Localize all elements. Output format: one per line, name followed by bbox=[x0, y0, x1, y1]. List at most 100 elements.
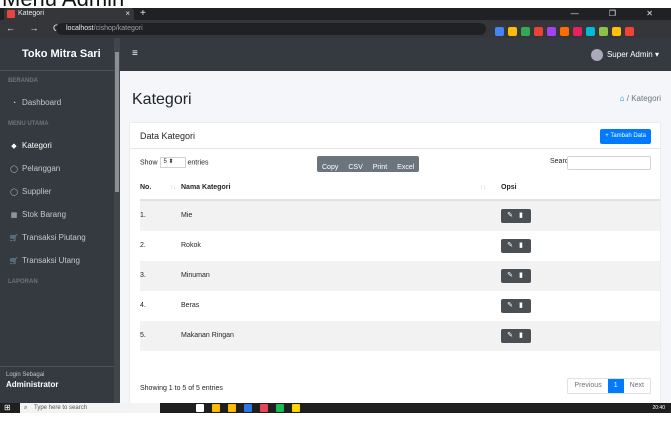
edit-delete-buttons[interactable]: ✎ ▮ bbox=[501, 269, 531, 283]
browser-tab[interactable]: Kategori × bbox=[4, 8, 134, 20]
excel-button[interactable]: Excel bbox=[392, 160, 419, 176]
sidebar-item-label: Supplier bbox=[22, 187, 52, 196]
sidebar-item-transaksi-utang[interactable]: 🛒 Transaksi Utang bbox=[0, 249, 120, 272]
new-tab-button[interactable]: + bbox=[140, 8, 146, 20]
table-row: 4. Beras ✎ ▮ bbox=[140, 291, 660, 321]
browser-tabstrip: Kategori × + — ❐ ✕ bbox=[0, 8, 671, 20]
table-header: No. ↑↓ Nama Kategori ↑↓ Opsi bbox=[140, 175, 660, 201]
edit-delete-buttons[interactable]: ✎ ▮ bbox=[501, 329, 531, 343]
windows-start-icon[interactable]: ⊞ bbox=[4, 404, 11, 412]
col-no[interactable]: No. bbox=[140, 175, 151, 201]
taskbar-app-icon[interactable] bbox=[292, 404, 300, 412]
sidebar-item-pelanggan[interactable]: ◯ Pelanggan bbox=[0, 157, 120, 180]
extension-icon[interactable] bbox=[599, 27, 608, 37]
extension-icon[interactable] bbox=[612, 27, 621, 37]
user-name: Super Admin ▾ bbox=[606, 50, 659, 60]
sidebar: Toko Mitra Sari BERANDA ◔ Dashboard MENU … bbox=[0, 38, 120, 403]
kategori-table: No. ↑↓ Nama Kategori ↑↓ Opsi 1. Mie ✎ ▮ … bbox=[140, 175, 660, 351]
search-input[interactable] bbox=[567, 156, 651, 170]
edit-delete-buttons[interactable]: ✎ ▮ bbox=[501, 299, 531, 313]
login-label: Login Sebagai bbox=[6, 372, 45, 378]
sidebar-item-label: Dashboard bbox=[22, 98, 62, 107]
taskbar-app-icon[interactable] bbox=[260, 404, 268, 412]
prev-button[interactable]: Previous bbox=[568, 379, 607, 393]
user-circle-icon: ◯ bbox=[10, 166, 18, 173]
page-length-select[interactable]: 5 ⬍ bbox=[159, 157, 186, 168]
tag-icon: ◆ bbox=[11, 143, 17, 150]
home-icon[interactable]: ⌂ bbox=[620, 94, 625, 103]
add-data-button[interactable]: + Tambah Data bbox=[600, 129, 651, 144]
tab-close-icon[interactable]: × bbox=[125, 8, 130, 20]
copy-button[interactable]: Copy bbox=[317, 160, 343, 176]
breadcrumb: ⌂ / Kategori bbox=[620, 94, 661, 103]
search-placeholder: Type here to search bbox=[34, 405, 88, 411]
menu-header-beranda: BERANDA bbox=[8, 78, 38, 84]
tray-clock[interactable]: 20:40 bbox=[652, 403, 665, 413]
edit-delete-buttons[interactable]: ✎ ▮ bbox=[501, 239, 531, 253]
extension-icon[interactable] bbox=[573, 27, 582, 37]
extension-icon[interactable] bbox=[547, 27, 556, 37]
cell-no: 1. bbox=[140, 212, 146, 219]
url-host: localhost bbox=[66, 25, 94, 32]
cell-nama: Mie bbox=[181, 212, 193, 219]
dashboard-icon: ◔ bbox=[11, 100, 17, 107]
sidebar-item-supplier[interactable]: ◯ Supplier bbox=[0, 180, 120, 203]
export-buttons: Copy CSV Print Excel bbox=[317, 156, 420, 172]
table-controls: Show 5 ⬍ entries Copy CSV Print Excel Search: bbox=[130, 149, 660, 172]
sidebar-item-stok-barang[interactable]: ▦ Stok Barang bbox=[0, 203, 120, 226]
scrollbar-thumb[interactable] bbox=[115, 52, 119, 192]
extension-icon[interactable] bbox=[625, 27, 634, 37]
table-row: 1. Mie ✎ ▮ bbox=[140, 201, 660, 231]
taskbar-search[interactable]: ⌕ Type here to search bbox=[20, 403, 160, 413]
brand-logo[interactable]: Toko Mitra Sari bbox=[0, 38, 120, 71]
show-label: Show bbox=[140, 159, 158, 167]
edit-delete-buttons[interactable]: ✎ ▮ bbox=[501, 209, 531, 223]
boxes-icon: ▦ bbox=[10, 212, 18, 219]
cell-no: 4. bbox=[140, 302, 146, 309]
page-top-text: Menu Admin bbox=[0, 0, 671, 8]
sidebar-item-label: Stok Barang bbox=[22, 210, 67, 219]
breadcrumb-current: / Kategori bbox=[626, 94, 661, 103]
extension-icon[interactable] bbox=[586, 27, 595, 37]
extension-icon[interactable] bbox=[534, 27, 543, 37]
cell-no: 2. bbox=[140, 242, 146, 249]
menu-header-laporan: LAPORAN bbox=[8, 279, 38, 285]
taskbar-app-icon[interactable] bbox=[244, 404, 252, 412]
card-title: Data Kategori bbox=[140, 131, 196, 141]
sidebar-item-kategori[interactable]: ◆ Kategori bbox=[0, 134, 120, 157]
table-row: 2. Rokok ✎ ▮ bbox=[140, 231, 660, 261]
table-row: 5. Makanan Ringan ✎ ▮ bbox=[140, 321, 660, 351]
csv-button[interactable]: CSV bbox=[343, 160, 367, 176]
taskbar-app-icon[interactable] bbox=[212, 404, 220, 412]
menu-toggle-icon[interactable]: ≡ bbox=[132, 48, 138, 59]
avatar bbox=[590, 49, 603, 61]
sort-icon[interactable]: ↑↓ bbox=[170, 175, 176, 201]
taskbar-app-icon[interactable] bbox=[228, 404, 236, 412]
extension-icon[interactable] bbox=[508, 27, 517, 37]
page-length: Show 5 ⬍ entries bbox=[140, 157, 209, 168]
page-title: Kategori bbox=[132, 91, 192, 108]
sort-icon[interactable]: ↑↓ bbox=[480, 175, 486, 201]
address-bar[interactable]: localhost/cishop/kategori bbox=[56, 23, 486, 35]
taskbar-app-icon[interactable] bbox=[276, 404, 284, 412]
cell-nama: Rokok bbox=[181, 242, 201, 249]
cell-no: 5. bbox=[140, 332, 146, 339]
col-opsi: Opsi bbox=[501, 184, 517, 191]
main-content: Kategori ⌂ / Kategori Data Kategori + Ta… bbox=[120, 71, 671, 403]
page-1-button[interactable]: 1 bbox=[607, 379, 624, 393]
extension-icon[interactable] bbox=[560, 27, 569, 37]
taskbar-app-icon[interactable] bbox=[196, 404, 204, 412]
extension-icon[interactable] bbox=[521, 27, 530, 37]
favicon-icon bbox=[7, 10, 15, 18]
sidebar-item-dashboard[interactable]: ◔ Dashboard bbox=[0, 91, 120, 114]
next-button[interactable]: Next bbox=[624, 379, 650, 393]
tab-title: Kategori bbox=[18, 10, 45, 17]
col-nama[interactable]: Nama Kategori bbox=[181, 175, 230, 201]
sidebar-item-transaksi-piutang[interactable]: 🛒 Transaksi Piutang bbox=[0, 226, 120, 249]
extension-icon[interactable] bbox=[495, 27, 504, 37]
print-button[interactable]: Print bbox=[368, 160, 392, 176]
window-controls[interactable]: — ❐ ✕ bbox=[571, 8, 667, 20]
cell-nama: Minuman bbox=[181, 272, 210, 279]
search-icon: ⌕ bbox=[24, 405, 28, 411]
user-menu[interactable]: Super Admin ▾ bbox=[590, 49, 659, 61]
